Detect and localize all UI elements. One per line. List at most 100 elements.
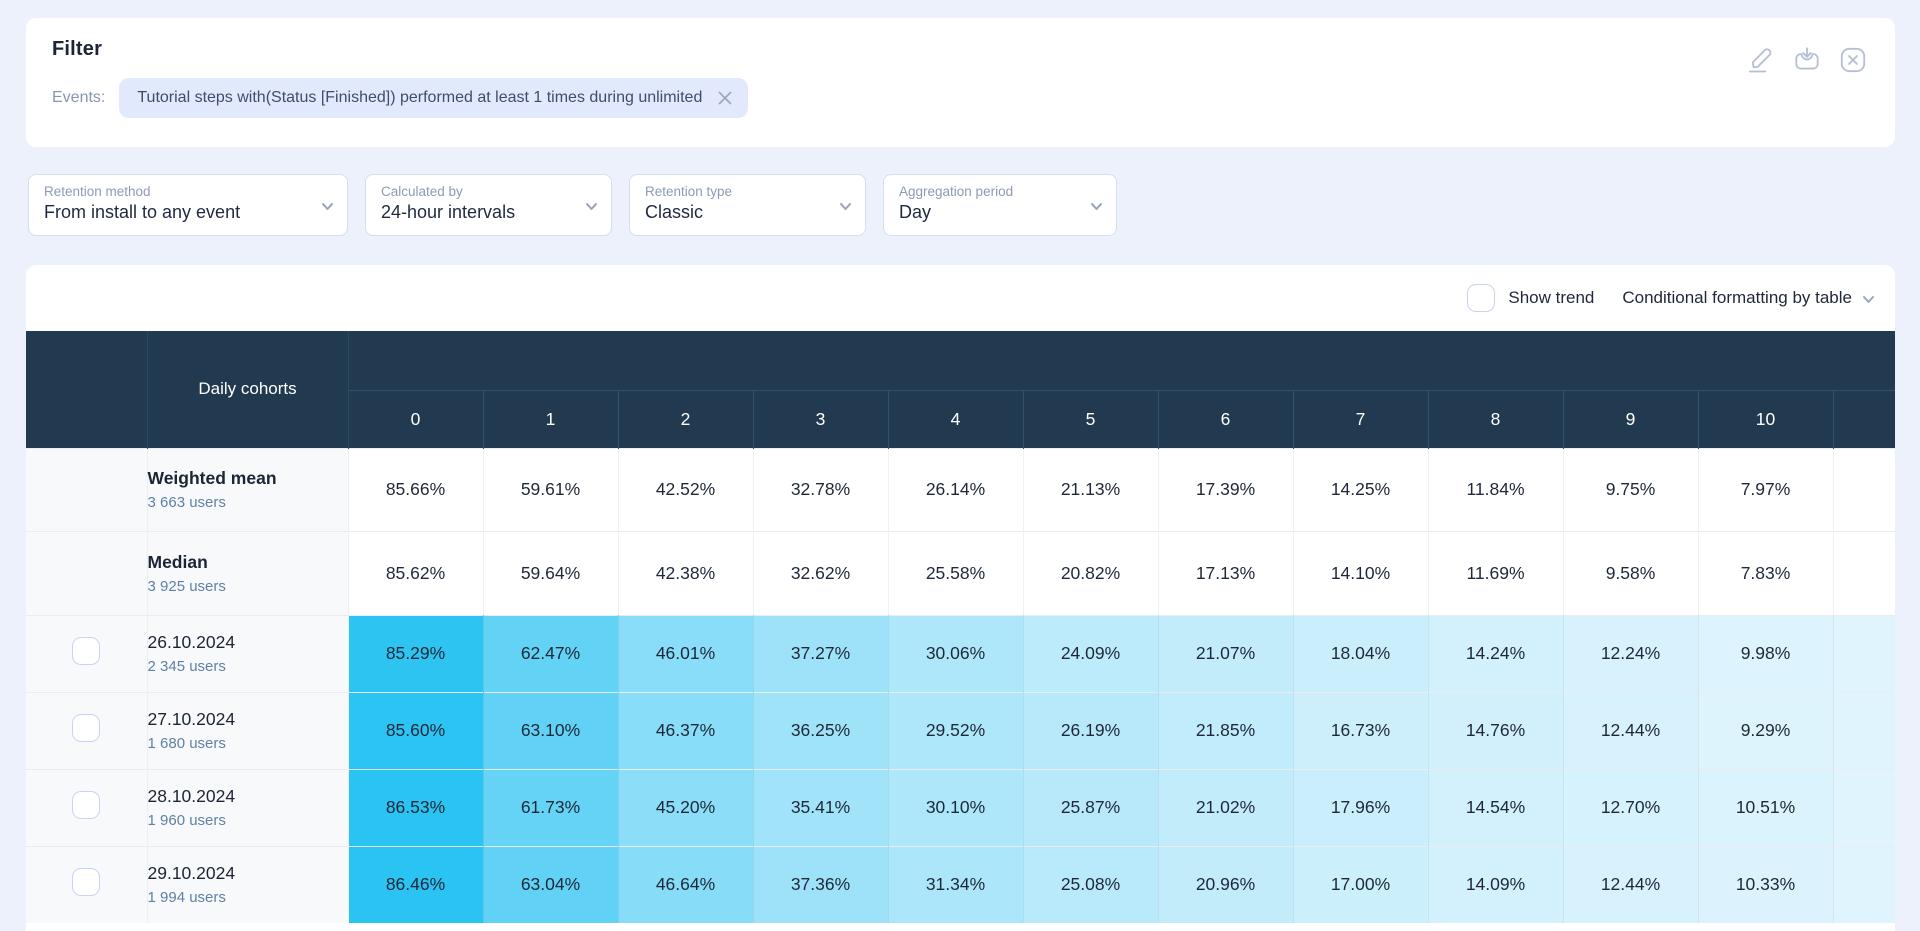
show-trend-toggle[interactable]: Show trend xyxy=(1467,284,1594,312)
dropdown-label: Aggregation period xyxy=(899,184,1080,199)
cohort-row: Weighted mean3 663 users85.66%59.61%42.5… xyxy=(26,448,1895,531)
row-select-cell xyxy=(26,531,147,615)
column-header-day-5: 5 xyxy=(1023,390,1158,448)
retention-cell-partial xyxy=(1833,692,1895,769)
retention-cell-day-9: 9.75% xyxy=(1563,448,1698,531)
show-trend-label: Show trend xyxy=(1508,288,1594,308)
retention-cell-day-5: 20.82% xyxy=(1023,531,1158,615)
cohort-row: 26.10.20242 345 users85.29%62.47%46.01%3… xyxy=(26,615,1895,692)
cohort-users-count: 1 680 users xyxy=(148,735,348,752)
row-checkbox[interactable] xyxy=(72,791,100,819)
retention-cell-day-4: 29.52% xyxy=(888,692,1023,769)
retention-cell-day-2: 45.20% xyxy=(618,769,753,846)
row-checkbox[interactable] xyxy=(72,637,100,665)
retention-cell-day-8: 14.76% xyxy=(1428,692,1563,769)
close-square-icon[interactable] xyxy=(1837,44,1869,76)
retention-cell-day-3: 35.41% xyxy=(753,769,888,846)
dropdown-value: Day xyxy=(899,202,1080,223)
column-header-day-3: 3 xyxy=(753,390,888,448)
retention-cell-day-6: 17.39% xyxy=(1158,448,1293,531)
event-filter-chip[interactable]: Tutorial steps with(Status [Finished]) p… xyxy=(119,78,748,118)
dropdown-value: Classic xyxy=(645,202,829,223)
cohort-label-cell: 29.10.20241 994 users xyxy=(147,846,348,923)
edit-pencil-icon[interactable] xyxy=(1745,44,1777,76)
column-header-day-10: 10 xyxy=(1698,390,1833,448)
retention-cell-day-5: 25.87% xyxy=(1023,769,1158,846)
retention-cell-day-10: 7.83% xyxy=(1698,531,1833,615)
row-select-cell xyxy=(26,846,147,923)
cohort-label-cell: Median3 925 users xyxy=(147,531,348,615)
cohort-name: 27.10.2024 xyxy=(148,709,348,730)
retention-cell-day-5: 24.09% xyxy=(1023,615,1158,692)
retention-cell-day-8: 11.69% xyxy=(1428,531,1563,615)
retention-cell-day-5: 21.13% xyxy=(1023,448,1158,531)
retention-cell-day-9: 9.58% xyxy=(1563,531,1698,615)
chevron-down-icon xyxy=(320,199,335,219)
retention-cell-day-2: 46.37% xyxy=(618,692,753,769)
cohort-row: 28.10.20241 960 users86.53%61.73%45.20%3… xyxy=(26,769,1895,846)
chevron-down-icon xyxy=(1089,199,1104,219)
retention-cell-partial xyxy=(1833,615,1895,692)
cohort-name: Weighted mean xyxy=(148,468,348,489)
column-header-day-8: 8 xyxy=(1428,390,1563,448)
show-trend-checkbox[interactable] xyxy=(1467,284,1495,312)
retention-cell-day-1: 61.73% xyxy=(483,769,618,846)
retention-cell-day-7: 14.10% xyxy=(1293,531,1428,615)
chevron-down-icon xyxy=(584,199,599,219)
cohort-row: 29.10.20241 994 users86.46%63.04%46.64%3… xyxy=(26,846,1895,923)
conditional-formatting-dropdown[interactable]: Conditional formatting by table xyxy=(1622,288,1876,308)
retention-cell-day-10: 10.33% xyxy=(1698,846,1833,923)
cohort-name: 26.10.2024 xyxy=(148,632,348,653)
cohort-label-cell: 28.10.20241 960 users xyxy=(147,769,348,846)
chevron-down-icon xyxy=(1861,292,1876,307)
column-header-day-1: 1 xyxy=(483,390,618,448)
retention-cell-day-3: 37.27% xyxy=(753,615,888,692)
table-header: Daily cohorts012345678910 xyxy=(26,331,1895,448)
cohort-users-count: 2 345 users xyxy=(148,658,348,675)
table-toolbar: Show trend Conditional formatting by tab… xyxy=(26,265,1895,331)
retention-cell-day-10: 7.97% xyxy=(1698,448,1833,531)
column-header-day-6: 6 xyxy=(1158,390,1293,448)
aggregation-period-dropdown[interactable]: Aggregation period Day xyxy=(883,174,1117,236)
report-controls-row: Retention method From install to any eve… xyxy=(28,174,1117,236)
retention-cell-day-3: 36.25% xyxy=(753,692,888,769)
row-checkbox[interactable] xyxy=(72,714,100,742)
calculated-by-dropdown[interactable]: Calculated by 24-hour intervals xyxy=(365,174,612,236)
retention-cell-day-7: 16.73% xyxy=(1293,692,1428,769)
row-checkbox[interactable] xyxy=(72,868,100,896)
column-header-day-4: 4 xyxy=(888,390,1023,448)
export-download-icon[interactable] xyxy=(1791,44,1823,76)
retention-cell-day-7: 17.00% xyxy=(1293,846,1428,923)
retention-table: Daily cohorts012345678910Weighted mean3 … xyxy=(26,331,1895,923)
chip-remove-icon[interactable] xyxy=(718,91,732,105)
retention-cell-day-2: 46.64% xyxy=(618,846,753,923)
retention-cell-day-10: 9.98% xyxy=(1698,615,1833,692)
dropdown-label: Retention type xyxy=(645,184,829,199)
retention-table-card: Show trend Conditional formatting by tab… xyxy=(26,265,1895,931)
retention-method-dropdown[interactable]: Retention method From install to any eve… xyxy=(28,174,348,236)
retention-cell-day-9: 12.44% xyxy=(1563,846,1698,923)
retention-cell-partial xyxy=(1833,846,1895,923)
dropdown-label: Calculated by xyxy=(381,184,575,199)
retention-cell-day-4: 26.14% xyxy=(888,448,1023,531)
retention-cell-day-1: 59.61% xyxy=(483,448,618,531)
event-filter-chip-text: Tutorial steps with(Status [Finished]) p… xyxy=(137,89,702,107)
retention-cell-day-10: 9.29% xyxy=(1698,692,1833,769)
retention-cell-day-0: 85.66% xyxy=(348,448,483,531)
retention-cell-day-0: 86.53% xyxy=(348,769,483,846)
cohort-name: 28.10.2024 xyxy=(148,786,348,807)
retention-cell-day-4: 30.10% xyxy=(888,769,1023,846)
cohort-label-cell: 26.10.2024 2 345 users xyxy=(147,615,348,692)
filter-actions xyxy=(1745,44,1869,76)
retention-cell-day-10: 10.51% xyxy=(1698,769,1833,846)
cohort-row: 27.10.20241 680 users85.60%63.10%46.37%3… xyxy=(26,692,1895,769)
retention-cell-day-3: 32.62% xyxy=(753,531,888,615)
retention-cell-partial xyxy=(1833,769,1895,846)
daily-cohorts-header: Daily cohorts xyxy=(147,331,348,448)
cohort-name: 29.10.2024 xyxy=(148,863,348,884)
retention-cell-day-7: 14.25% xyxy=(1293,448,1428,531)
cohort-users-count: 3 925 users xyxy=(148,578,348,595)
retention-type-dropdown[interactable]: Retention type Classic xyxy=(629,174,866,236)
retention-cell-day-2: 42.38% xyxy=(618,531,753,615)
retention-cell-day-1: 59.64% xyxy=(483,531,618,615)
